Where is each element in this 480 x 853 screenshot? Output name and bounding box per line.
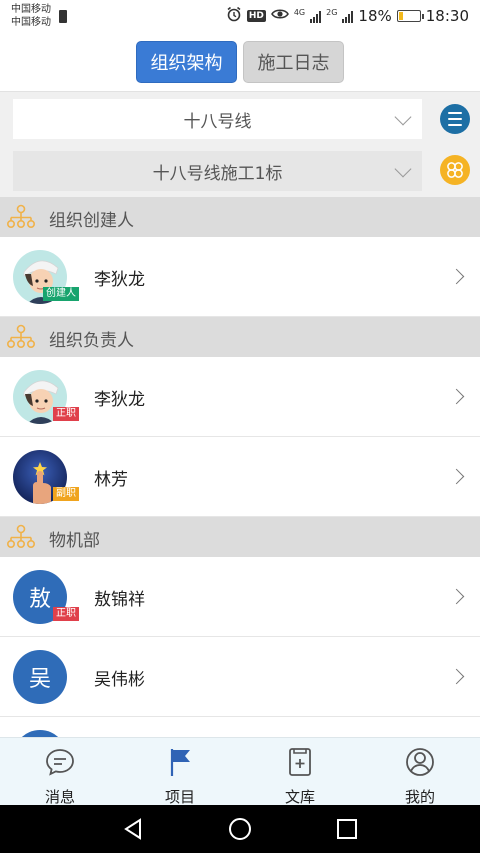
avatar-initial — [13, 730, 67, 737]
network-type-1: 4G — [293, 7, 306, 17]
clock: 18:30 — [425, 7, 469, 25]
chat-icon — [46, 749, 74, 776]
group-title: 物机部 — [49, 531, 100, 551]
role-badge: 正职 — [53, 607, 79, 621]
filter-panel: 十八号线 十八号线施工1标 — [0, 92, 480, 197]
member-row-partial[interactable] — [0, 717, 480, 737]
avatar: 创建人 — [13, 250, 79, 304]
org-chart-icon — [7, 204, 35, 228]
avatar — [13, 730, 67, 737]
top-tab-bar: 组织架构 施工日志 — [0, 34, 480, 92]
member-name: 李狄龙 — [94, 390, 145, 410]
menu-line — [448, 118, 462, 120]
user-icon — [406, 748, 434, 776]
role-badge: 创建人 — [43, 287, 79, 301]
member-row[interactable]: 吴 吴伟彬 — [0, 637, 480, 717]
nav-label: 项目 — [164, 788, 195, 806]
battery-fill — [398, 12, 403, 20]
status-bar: 中国移动 中国移动 HD 4G 2G 18% 18:30 — [0, 0, 480, 34]
nav-label: 我的 — [404, 788, 435, 806]
hd-icon: HD — [246, 10, 266, 22]
signal-icon-2 — [342, 10, 354, 23]
member-name: 林芳 — [94, 470, 128, 490]
back-icon[interactable] — [121, 817, 145, 841]
member-row[interactable]: 正职 李狄龙 — [0, 357, 480, 437]
network-type-2: 2G — [326, 7, 338, 17]
carrier-1: 中国移动 — [11, 4, 51, 15]
section-select[interactable]: 十八号线施工1标 — [13, 151, 422, 191]
group-header: 组织创建人 — [0, 197, 480, 237]
group-title: 组织创建人 — [49, 211, 134, 231]
menu-line — [448, 124, 462, 126]
chevron-down-icon — [394, 160, 412, 178]
chevron-right-icon — [448, 588, 465, 605]
role-badge: 正职 — [53, 407, 79, 421]
status-icons: HD 4G 2G 18% 18:30 — [226, 6, 469, 26]
chevron-down-icon — [394, 108, 412, 126]
home-icon[interactable] — [228, 817, 252, 841]
avatar-initial: 吴 — [13, 650, 67, 704]
avatar: 敖 正职 — [13, 570, 79, 624]
member-name: 敖锦祥 — [94, 590, 145, 610]
bottom-nav: 消息 项目 文库 我的 — [0, 737, 480, 806]
member-row[interactable]: 敖 正职 敖锦祥 — [0, 557, 480, 637]
menu-button[interactable] — [440, 104, 470, 134]
signal-icon-1 — [310, 10, 322, 23]
nav-item-profile[interactable]: 我的 — [360, 738, 480, 806]
nav-label: 文库 — [284, 788, 315, 806]
avatar: 正职 — [13, 370, 79, 424]
book-icon — [289, 748, 311, 776]
member-name: 吴伟彬 — [94, 670, 145, 690]
tab-construction-log[interactable]: 施工日志 — [243, 41, 344, 83]
chevron-right-icon — [448, 468, 465, 485]
nav-item-library[interactable]: 文库 — [240, 738, 360, 806]
avatar: 吴 — [13, 650, 67, 704]
member-row[interactable]: 创建人 李狄龙 — [0, 237, 480, 317]
section-select-value: 十八号线施工1标 — [152, 163, 283, 184]
line-select-value: 十八号线 — [183, 111, 252, 132]
nav-item-messages[interactable]: 消息 — [0, 738, 120, 806]
group-header: 组织负责人 — [0, 317, 480, 357]
flag-icon — [170, 749, 190, 776]
line-select[interactable]: 十八号线 — [13, 99, 422, 139]
chevron-right-icon — [448, 388, 465, 405]
carrier-info: 中国移动 中国移动 — [11, 3, 51, 29]
eye-icon — [270, 6, 289, 26]
member-row[interactable]: 副职 林芳 — [0, 437, 480, 517]
chevron-right-icon — [448, 668, 465, 685]
carrier-2: 中国移动 — [11, 17, 51, 28]
role-badge: 副职 — [53, 487, 79, 501]
clover-grid-button[interactable] — [440, 155, 470, 185]
member-name: 李狄龙 — [94, 270, 145, 290]
nav-label: 消息 — [44, 788, 75, 806]
tab-org-structure[interactable]: 组织架构 — [136, 41, 237, 83]
chevron-right-icon — [448, 268, 465, 285]
clover-icon — [447, 162, 463, 178]
sim-icon — [59, 10, 67, 23]
battery-percent: 18% — [358, 7, 392, 25]
org-chart-icon — [7, 524, 35, 548]
alarm-icon — [226, 6, 242, 27]
group-title: 组织负责人 — [49, 331, 134, 351]
group-header: 物机部 — [0, 517, 480, 557]
recents-icon[interactable] — [335, 817, 359, 841]
avatar: 副职 — [13, 450, 79, 504]
menu-line — [448, 112, 462, 114]
screen: 中国移动 中国移动 HD 4G 2G 18% 18:30 组织架构 施工日志 十… — [0, 0, 480, 853]
nav-item-projects[interactable]: 项目 — [120, 738, 240, 806]
member-list: 组织创建人 创建人 李狄龙 组织负责人 正职 李狄龙 副职 林芳 物机部 敖 正… — [0, 197, 480, 737]
org-chart-icon — [7, 324, 35, 348]
system-nav-bar — [0, 805, 480, 853]
battery-icon — [396, 10, 424, 22]
